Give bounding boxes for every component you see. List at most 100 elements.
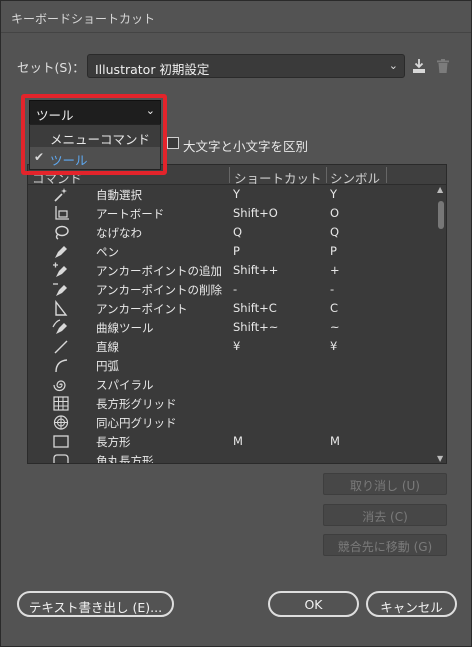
rounded-rectangle-icon (53, 454, 69, 463)
ok-button[interactable]: OK (268, 591, 359, 617)
symbol-value[interactable]: M (330, 434, 340, 448)
table-row[interactable]: 長方形 M M (28, 432, 436, 451)
table-row[interactable]: アンカーポイント Shift+C C (28, 299, 436, 318)
add-anchor-point-icon (53, 262, 67, 277)
command-name: 同心円グリッド (96, 416, 177, 430)
table-row[interactable]: 円弧 (28, 356, 436, 375)
command-name: 直線 (96, 340, 119, 354)
table-row[interactable]: 直線 ¥ ¥ (28, 337, 436, 356)
chevron-down-icon: ⌄ (145, 104, 155, 117)
column-divider (229, 167, 230, 183)
command-name: アンカーポイント (96, 302, 188, 316)
arc-icon (55, 359, 68, 373)
command-name: アートボード (96, 207, 165, 221)
column-divider (386, 167, 387, 183)
checkmark-icon: ✔ (34, 150, 45, 164)
scroll-up-icon[interactable]: ▲ (437, 185, 443, 194)
undo-button[interactable]: 取り消し (U) (323, 473, 447, 495)
save-set-icon[interactable] (411, 58, 427, 74)
symbol-value[interactable]: + (330, 263, 340, 277)
table-row[interactable]: 角丸長方形 (28, 451, 436, 463)
case-sensitive-checkbox[interactable] (167, 137, 179, 149)
table-row[interactable]: 自動選択 Y Y (28, 185, 436, 204)
shortcut-value[interactable]: Shift+~ (233, 320, 278, 334)
spiral-icon (53, 380, 66, 392)
category-select-value: ツール (36, 108, 74, 123)
curvature-icon (52, 319, 67, 334)
command-name: 曲線ツール (96, 321, 154, 335)
shortcut-value[interactable]: Shift+O (233, 206, 278, 220)
command-name: 長方形 (96, 435, 131, 449)
rectangle-icon (53, 435, 69, 448)
category-dropdown-menu: メニューコマンド ✔ ツール (29, 124, 161, 170)
command-name: ペン (96, 245, 119, 259)
delete-anchor-point-icon (53, 283, 67, 296)
shortcut-table: コマンド ショートカット シンボル 自動選択 Y Y アートボード Shift+O O なげ… (27, 164, 447, 464)
shortcut-value[interactable]: Shift++ (233, 263, 278, 277)
chevron-down-icon: ⌄ (388, 59, 398, 72)
title-divider (1, 32, 471, 33)
menu-item-tools[interactable]: ✔ ツール (30, 147, 160, 169)
pen-icon (55, 246, 67, 258)
symbol-value[interactable]: O (330, 206, 339, 220)
set-label: セット(S)： (17, 60, 85, 75)
shortcut-value[interactable]: Q (233, 225, 242, 239)
command-name: アンカーポイントの削除 (96, 283, 223, 297)
shortcut-value[interactable]: - (233, 282, 237, 296)
set-select-value: Illustrator 初期設定 (95, 62, 210, 77)
shortcut-value[interactable]: Shift+C (233, 301, 277, 315)
rectangular-grid-icon (53, 396, 69, 411)
menu-item-label: メニューコマンド (50, 132, 151, 147)
anchor-point-icon (55, 300, 68, 316)
command-name: 自動選択 (96, 188, 142, 202)
symbol-value[interactable]: - (330, 282, 334, 296)
table-row[interactable]: 同心円グリッド (28, 413, 436, 432)
shortcut-value[interactable]: P (233, 244, 240, 258)
shortcut-value[interactable]: Y (233, 187, 240, 201)
command-name: 円弧 (96, 359, 119, 373)
scroll-down-icon[interactable]: ▼ (437, 454, 443, 463)
shortcut-value[interactable]: M (233, 434, 243, 448)
cancel-button[interactable]: キャンセル (366, 591, 457, 617)
command-name: 角丸長方形 (96, 454, 154, 463)
table-scrollbar[interactable]: ▲ ▼ (436, 185, 446, 463)
dialog-title: キーボードショートカット (1, 1, 471, 32)
menu-item-label: ツール (50, 153, 88, 168)
table-row[interactable]: なげなわ Q Q (28, 223, 436, 242)
symbol-value[interactable]: ~ (330, 320, 340, 334)
table-row[interactable]: アートボード Shift+O O (28, 204, 436, 223)
line-segment-icon (54, 340, 68, 354)
column-divider (326, 167, 327, 183)
magic-wand-icon (54, 188, 67, 202)
category-select[interactable]: ツール ⌄ (29, 100, 161, 125)
symbol-value[interactable]: Y (330, 187, 337, 201)
table-row[interactable]: スパイラル (28, 375, 436, 394)
command-name: スパイラル (96, 378, 154, 392)
symbol-value[interactable]: P (330, 244, 337, 258)
lasso-icon (55, 225, 69, 240)
command-name: アンカーポイントの追加 (96, 264, 223, 278)
case-sensitive-label: 大文字と小文字を区別 (183, 139, 309, 154)
table-row[interactable]: 長方形グリッド (28, 394, 436, 413)
menu-item-menu-commands[interactable]: メニューコマンド (30, 126, 160, 148)
command-name: なげなわ (96, 226, 142, 240)
scrollbar-thumb[interactable] (438, 201, 444, 229)
table-row[interactable]: ペン P P (28, 242, 436, 261)
symbol-value[interactable]: C (330, 301, 338, 315)
go-to-conflict-button[interactable]: 競合先に移動 (G) (323, 534, 447, 556)
keyboard-shortcuts-dialog: キーボードショートカット セット(S)： Illustrator 初期設定 ⌄ … (0, 0, 472, 647)
table-body: 自動選択 Y Y アートボード Shift+O O なげなわ Q Q ペン P P アンカーポイントの追… (28, 185, 436, 463)
export-text-button[interactable]: テキスト書き出し (E)... (17, 591, 174, 617)
shortcut-value[interactable]: ¥ (233, 339, 240, 353)
table-row[interactable]: アンカーポイントの削除 - - (28, 280, 436, 299)
symbol-value[interactable]: ¥ (330, 339, 337, 353)
clear-button[interactable]: 消去 (C) (323, 504, 447, 526)
command-name: 長方形グリッド (96, 397, 177, 411)
set-select[interactable]: Illustrator 初期設定 ⌄ (87, 54, 405, 78)
delete-set-icon[interactable] (435, 58, 451, 74)
table-row[interactable]: アンカーポイントの追加 Shift++ + (28, 261, 436, 280)
symbol-value[interactable]: Q (330, 225, 339, 239)
artboard-icon (55, 206, 69, 220)
table-row[interactable]: 曲線ツール Shift+~ ~ (28, 318, 436, 337)
polar-grid-icon (53, 415, 69, 430)
